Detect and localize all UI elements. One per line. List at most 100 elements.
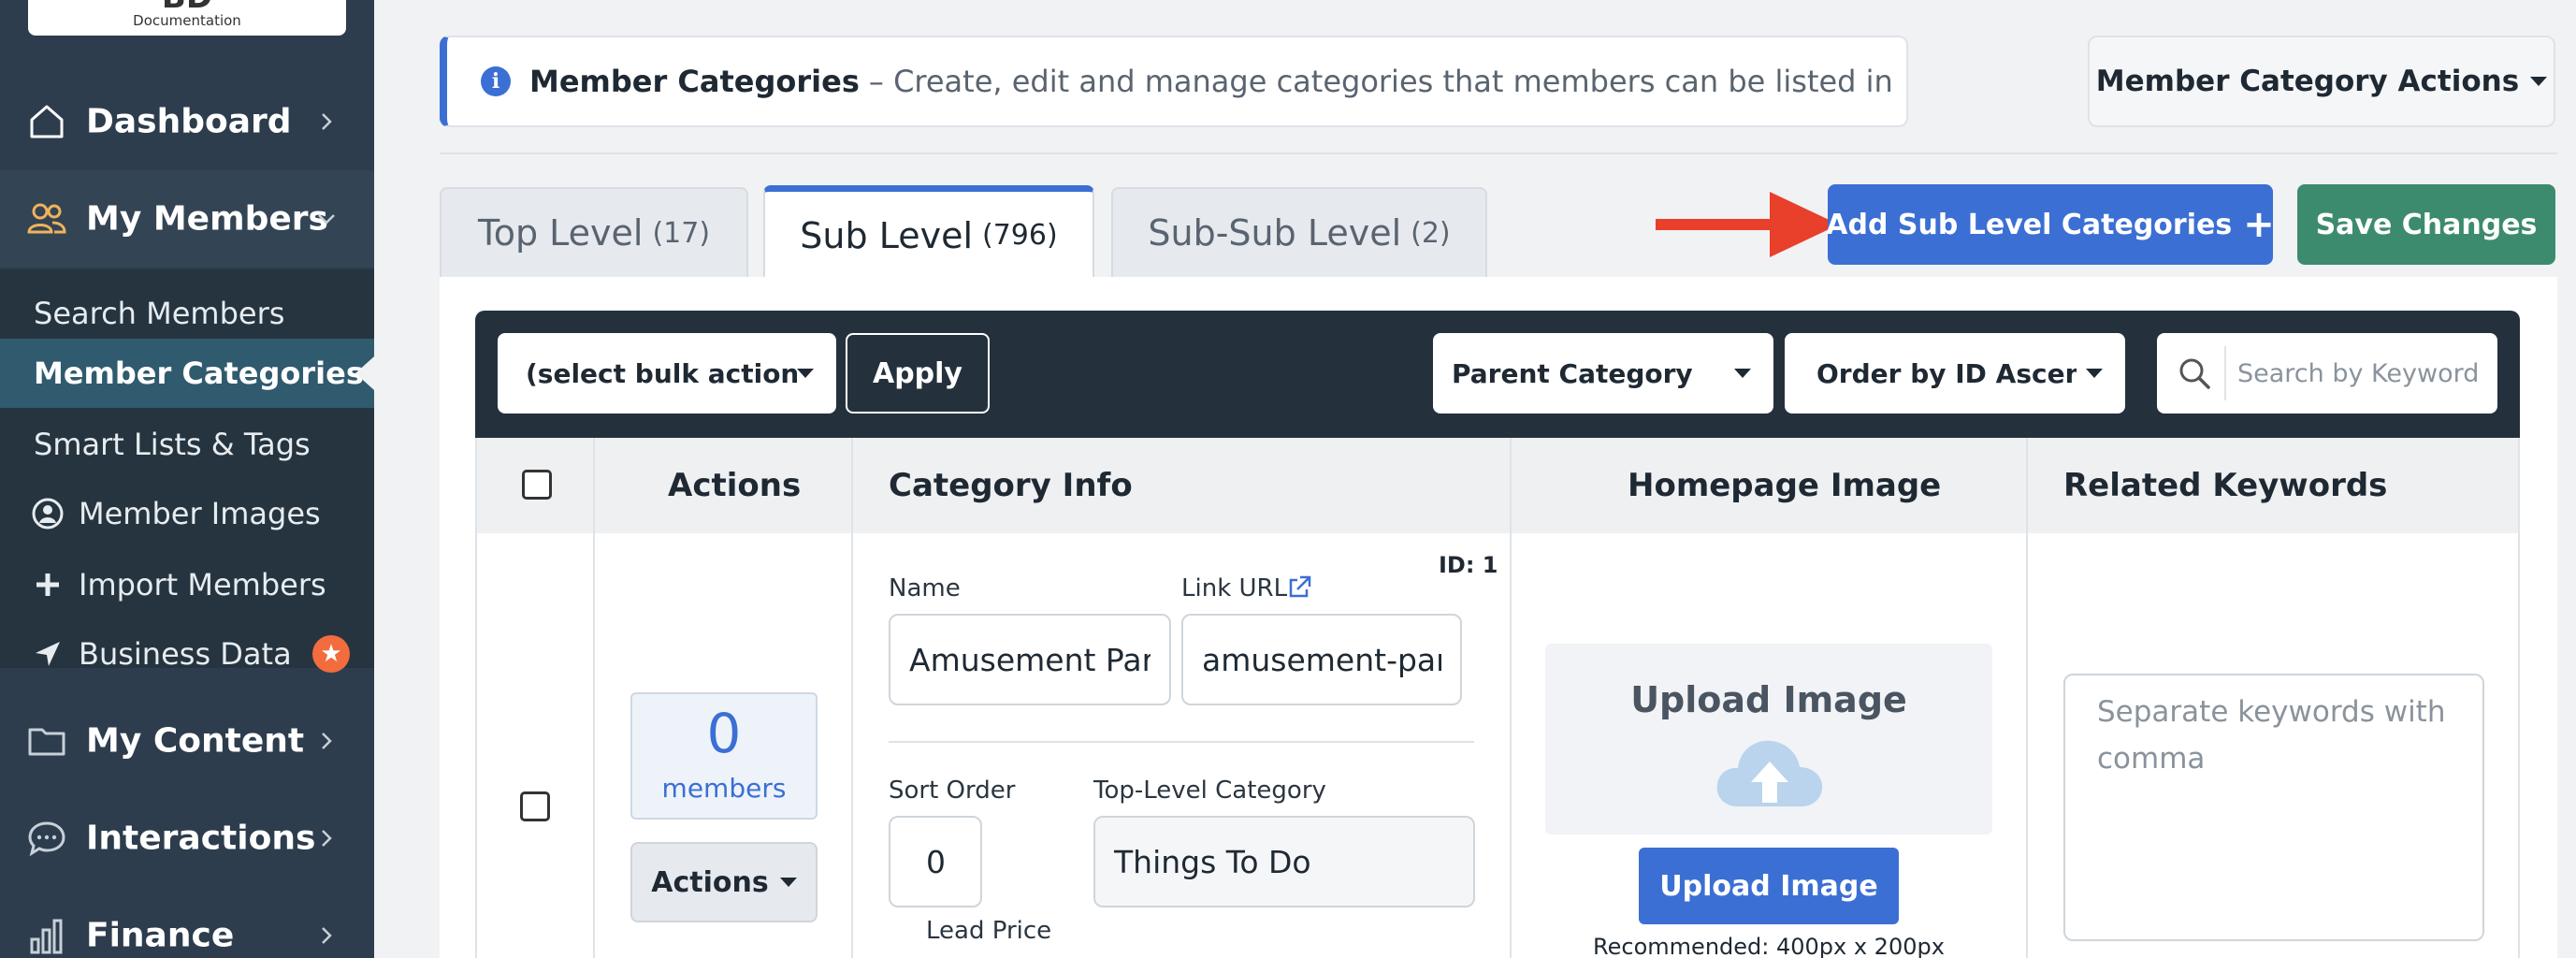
- logo[interactable]: BD Documentation: [28, 0, 346, 36]
- caret-down-icon: [779, 878, 797, 887]
- parent-category-select[interactable]: Parent Category: [1433, 333, 1773, 414]
- nav-label: My Content: [86, 721, 305, 761]
- header-category-info: Category Info: [889, 467, 1133, 504]
- members-subnav: Search Members Member Categories Smart L…: [0, 269, 374, 673]
- nav-my-content[interactable]: My Content: [0, 692, 374, 790]
- select-value: (select bulk action): [526, 357, 797, 389]
- subnav-search-members[interactable]: Search Members: [0, 279, 374, 348]
- row-checkbox[interactable]: [520, 791, 550, 821]
- info-banner: i Member Categories – Create, edit and m…: [440, 36, 1908, 127]
- subnav-label: Member Images: [79, 496, 321, 531]
- folder-icon: [28, 728, 65, 756]
- header-homepage-image: Homepage Image: [1628, 467, 1942, 504]
- link-url-input[interactable]: [1181, 614, 1462, 705]
- select-value: Parent Category: [1452, 357, 1693, 389]
- chevron-right-icon: [322, 830, 332, 847]
- tab-count: (796): [982, 219, 1058, 252]
- user-circle-icon: [32, 498, 64, 530]
- member-category-actions-dropdown[interactable]: Member Category Actions: [2088, 36, 2555, 127]
- subnav-label: Import Members: [79, 567, 326, 602]
- nav-dashboard[interactable]: Dashboard: [0, 73, 374, 170]
- members-count: 0: [706, 702, 742, 765]
- tab-count: (17): [652, 216, 711, 250]
- external-link-icon[interactable]: [1286, 574, 1312, 601]
- search-separator: [2224, 346, 2226, 400]
- column-border: [1510, 438, 1512, 958]
- logo-mark: BD: [28, 0, 346, 13]
- subnav-business-data[interactable]: Business Data ★: [0, 619, 374, 689]
- add-sub-level-categories-button[interactable]: Add Sub Level Categories +: [1826, 184, 2275, 265]
- cloud-upload-icon: [1716, 740, 1823, 806]
- members-label: members: [661, 773, 787, 804]
- nav-finance[interactable]: Finance: [0, 887, 374, 958]
- nav-label: Finance: [86, 916, 235, 955]
- subnav-label: Member Categories: [34, 356, 364, 391]
- tab-sub-level[interactable]: Sub Level (796): [763, 185, 1094, 279]
- chat-icon: [28, 821, 65, 857]
- top-level-category-input[interactable]: [1093, 816, 1475, 907]
- bar-chart-icon: [30, 919, 63, 954]
- field-divider: [889, 741, 1474, 743]
- order-by-select[interactable]: Order by ID Ascending: [1785, 333, 2125, 414]
- caret-down-icon: [797, 369, 814, 378]
- star-icon: ★: [312, 635, 350, 673]
- nav-label: Dashboard: [86, 102, 292, 141]
- chevron-down-icon: [318, 214, 335, 225]
- users-icon: [27, 203, 66, 234]
- tab-top-level[interactable]: Top Level (17): [440, 187, 748, 277]
- tab-label: Sub Level: [800, 214, 974, 256]
- header-actions: Actions: [668, 467, 802, 504]
- link-url-label: Link URL: [1181, 574, 1288, 602]
- column-border: [2026, 438, 2028, 958]
- top-level-category-label: Top-Level Category: [1093, 777, 1326, 805]
- subnav-member-categories[interactable]: Member Categories: [0, 339, 374, 408]
- button-label: Add Sub Level Categories: [1826, 208, 2233, 241]
- subnav-import-members[interactable]: Import Members: [0, 550, 374, 619]
- search-box: [2157, 333, 2497, 414]
- related-keywords-textarea[interactable]: [2063, 674, 2484, 941]
- subnav-label: Business Data: [79, 636, 292, 672]
- dropdown-label: Actions: [651, 865, 769, 899]
- nav-my-members[interactable]: My Members: [0, 170, 374, 268]
- home-icon: [30, 105, 64, 138]
- subnav-label: Smart Lists & Tags: [34, 427, 311, 462]
- info-icon: i: [481, 66, 511, 96]
- upload-title: Upload Image: [1630, 679, 1907, 720]
- search-input[interactable]: [2237, 352, 2490, 395]
- page-description: – Create, edit and manage categories tha…: [868, 64, 1893, 99]
- upload-dropzone[interactable]: Upload Image: [1545, 644, 1992, 835]
- header-divider: [440, 152, 2557, 154]
- sort-order-input[interactable]: [889, 816, 982, 907]
- sidebar: BD Documentation Dashboard My Members Se…: [0, 0, 374, 958]
- dropdown-label: Member Category Actions: [2095, 65, 2520, 98]
- nav-interactions[interactable]: Interactions: [0, 790, 374, 887]
- column-border: [851, 438, 853, 958]
- search-icon: [2179, 358, 2210, 389]
- tab-label: Top Level: [477, 212, 644, 254]
- subnav-label: Search Members: [34, 296, 285, 331]
- bulk-action-select[interactable]: (select bulk action): [498, 333, 836, 414]
- save-changes-button[interactable]: Save Changes: [2297, 184, 2555, 265]
- table-header: Actions Category Info Homepage Image Rel…: [475, 438, 2520, 533]
- chevron-right-icon: [322, 927, 332, 944]
- members-count-box[interactable]: 0 members: [630, 692, 818, 820]
- subnav-smart-lists[interactable]: Smart Lists & Tags: [0, 410, 374, 479]
- nav-label: My Members: [86, 199, 328, 239]
- recommended-size-note: Recommended: 400px x 200px: [1593, 934, 1945, 958]
- select-all-checkbox[interactable]: [522, 470, 552, 500]
- logo-subtitle: Documentation: [133, 12, 241, 29]
- tab-count: (2): [1411, 216, 1451, 250]
- name-label: Name: [889, 574, 961, 602]
- plus-icon: +: [2243, 203, 2275, 246]
- name-input[interactable]: [889, 614, 1171, 705]
- row-actions-dropdown[interactable]: Actions: [630, 842, 818, 922]
- select-value: Order by ID Ascending: [1816, 357, 2077, 389]
- tab-sub-sub-level[interactable]: Sub-Sub Level (2): [1111, 187, 1487, 277]
- category-id: ID: 1: [1439, 552, 1498, 578]
- upload-image-button[interactable]: Upload Image: [1639, 848, 1899, 924]
- subnav-member-images[interactable]: Member Images: [0, 479, 374, 548]
- location-arrow-icon: [36, 642, 60, 666]
- apply-button[interactable]: Apply: [846, 333, 990, 414]
- caret-down-icon: [2086, 369, 2103, 378]
- column-border: [475, 438, 477, 958]
